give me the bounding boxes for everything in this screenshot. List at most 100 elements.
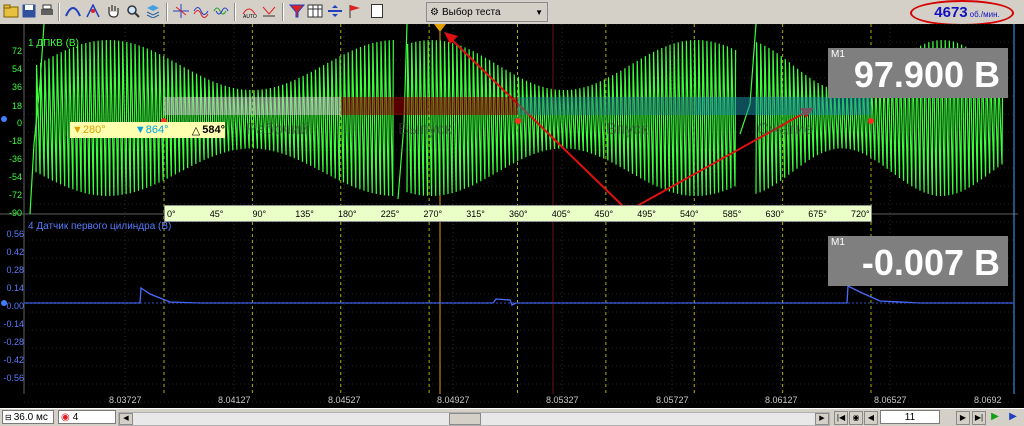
ytick: -0.42 [3,355,24,365]
ytick: -18 [8,136,22,146]
timebase-value: 36.0 мс [13,411,48,423]
degree-label: 675° [808,209,827,219]
phase-band [341,97,518,115]
channel4-waveform [24,284,1014,306]
tdc-marker [868,118,874,124]
next-icon[interactable]: ▶ [956,411,970,425]
zero-level-icon[interactable] [260,2,278,20]
test-select-label: Выбор теста [441,6,501,18]
gear-icon: ⚙ [430,6,439,18]
record-icon: ◉ [61,411,70,423]
ytick: 0.56 [6,229,24,239]
table-icon[interactable] [306,2,324,20]
phase-band [164,97,341,115]
ytick: -0.14 [3,319,24,329]
degree-label: 225° [380,209,400,219]
page-number[interactable]: 11 [880,410,940,424]
degree-label: 720° [851,209,870,219]
degree-scale: 0° 45° 90° 135° 180° 225° 270° 315° 360° 405° 450°… [164,205,872,222]
ytick: 0.00 [6,301,24,311]
hand-pan-icon[interactable] [104,2,122,20]
wave-compare-icon[interactable] [192,2,210,20]
degree-label: 405° [551,209,571,219]
time-tick-label: 8.04527 [328,395,361,405]
rpm-value: 4673 [934,4,968,21]
cursor-tool-icon[interactable] [84,2,102,20]
time-tick-label: 8.0692 [974,395,1002,405]
phase-label: Выпуск [398,121,452,138]
timebase-select[interactable]: ⊟ 36.0 мс [2,410,54,424]
divider-icon[interactable] [326,2,344,20]
grid-marker-icon[interactable] [172,2,190,20]
degree-label: 135° [295,209,314,219]
oscilloscope-plot[interactable]: 1 ДПКВ (В) 4 Датчик первого цилиндра (В)… [0,24,1024,408]
test-select[interactable]: ⚙ Выбор теста ▼ [426,2,548,22]
zoom-icon[interactable] [124,2,142,20]
time-tick-label: 8.06127 [765,395,798,405]
scroll-left-icon[interactable]: ◀ [119,413,133,425]
ytick: 0.28 [6,265,24,275]
delta-value: 584° [202,124,226,136]
annotation-arrowhead [444,32,458,44]
channel1-label: 1 ДПКВ (В) [28,38,79,49]
last-page-icon[interactable]: ▶| [972,411,986,425]
scroll-thumb[interactable] [449,413,481,425]
measurement-box-top[interactable]: M1 97.900 В [828,48,1008,98]
save-icon[interactable] [20,2,38,20]
time-tick-label: 8.05727 [656,395,689,405]
degree-label: 360° [509,209,528,219]
phase-label: Впуск [606,121,649,138]
stop-icon[interactable]: ◉ [849,411,863,425]
channel-select[interactable]: ◉ 4 [58,410,116,424]
page-icon[interactable] [368,2,386,20]
phase-label: Сжатие [757,121,814,138]
degree-label: 630° [765,209,785,219]
ytick: 0 [16,118,22,128]
phase-band [695,97,871,115]
measurement-tag: M1 [831,237,845,248]
prev-icon[interactable]: ◀ [864,411,878,425]
cursor1-marker [434,24,446,32]
play-icon[interactable]: ▶ [988,411,1002,423]
layers-icon[interactable] [144,2,162,20]
delta-icon: △ [191,124,201,137]
time-tick-label: 8.03727 [109,395,142,405]
ytick: -36 [8,154,22,164]
channel1-gap [739,24,757,135]
channel-value: 4 [72,411,79,423]
ytick: 0.42 [6,247,24,257]
flag-icon[interactable] [346,2,364,20]
cursor2-icon: ▼ [134,124,146,136]
scroll-right-icon[interactable]: ▶ [815,413,829,425]
measurement-value: -0.007 В [861,242,1000,283]
degree-label: 180° [338,209,357,219]
ytick: 0.14 [6,283,24,293]
svg-text:AUTO: AUTO [243,14,257,18]
time-tick-label: 8.04927 [437,395,470,405]
ytick: 72 [11,46,22,56]
cursor-readout: ▼ 280° ▼ 864° △ 584° [70,122,226,138]
ytick: 18 [11,101,22,111]
cursor1-value: 280° [82,124,106,136]
curve-tool-icon[interactable] [64,2,82,20]
ytick: -90 [8,208,22,218]
play-blue-icon[interactable]: ▶ [1006,411,1020,423]
ytick: -72 [8,190,22,200]
degree-label: 585° [722,209,742,219]
print-icon[interactable] [38,2,56,20]
ytick: -0.28 [3,337,24,347]
ytick: 54 [11,64,22,74]
chevron-down-icon: ▼ [535,7,543,17]
ytick: -0.56 [3,373,24,383]
first-page-icon[interactable]: |◀ [834,411,848,425]
status-bar: ⊟ 36.0 мс ◉ 4 ◀ ▶ |◀ ◉ ◀ 11 ▶ ▶| ▶ ▶ [0,408,1024,426]
filter-icon[interactable] [288,2,306,20]
phase-band [518,97,695,115]
open-folder-icon[interactable] [2,2,20,20]
auto-measure-icon[interactable]: AUTO [240,2,258,20]
cursor2-value: 864° [145,124,169,136]
measurement-box-bottom[interactable]: M1 -0.007 В [828,236,1008,286]
wave-overlay-icon[interactable] [212,2,230,20]
ytick: -54 [8,172,22,182]
horizontal-scrollbar[interactable]: ◀ ▶ [118,412,830,426]
